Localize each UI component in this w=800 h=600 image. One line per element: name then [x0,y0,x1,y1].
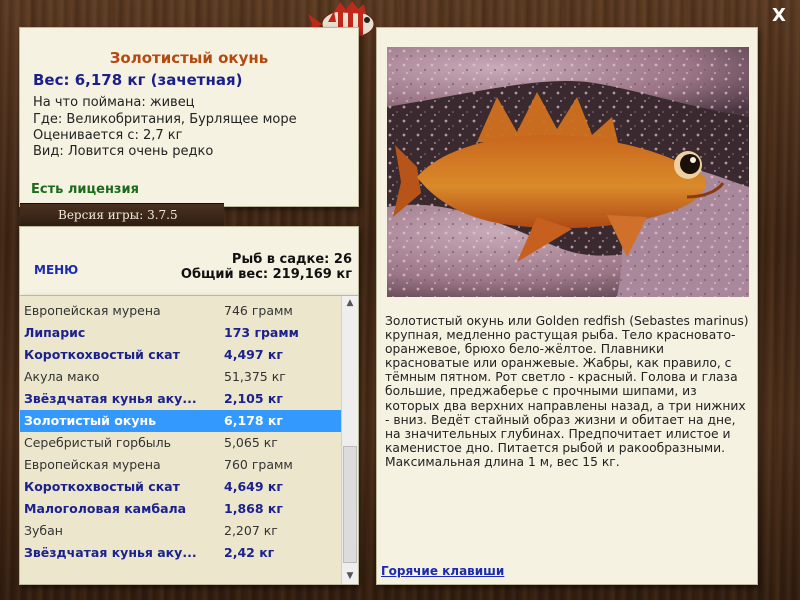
catch-fish-name: Липарис [24,325,86,340]
fish-description-panel: Золотистый окунь или Golden redfish (Seb… [377,28,757,584]
catch-list-row[interactable]: Серебристый горбыль 5,065 кг [20,432,342,454]
catch-fish-weight: 2,42 кг [224,545,275,560]
catch-fish-weight: 5,065 кг [224,435,278,450]
catch-fish-weight: 2,207 кг [224,523,278,538]
license-status: Есть лицензия [31,182,139,197]
fish-info-panel: Золотистый окунь Вес: 6,178 кг (зачетная… [20,28,358,206]
arrow-down-icon[interactable]: ▼ [342,569,358,584]
catch-fish-name: Европейская мурена [24,457,161,472]
close-icon[interactable]: X [768,5,790,27]
list-scrollbar[interactable]: ▲ ▼ [341,296,358,584]
scrollbar-thumb[interactable] [343,446,357,563]
arrow-up-icon[interactable]: ▲ [342,296,358,311]
catch-list-row[interactable]: Европейская мурена 760 грамм [20,454,342,476]
catch-list-row[interactable]: Короткохвостый скат 4,649 кг [20,476,342,498]
catch-fish-weight: 6,178 кг [224,413,283,428]
catch-fish-weight: 173 грамм [224,325,299,340]
game-version: Версия игры: 3.7.5 [20,204,224,226]
catch-fish-weight: 760 грамм [224,457,293,472]
total-weight: Общий вес: 219,169 кг [180,267,352,282]
catch-list-row[interactable]: Малоголовая камбала 1,868 кг [20,498,342,520]
catch-fish-name: Короткохвостый скат [24,347,180,362]
fish-photo [387,47,749,297]
catch-fish-weight: 1,868 кг [224,501,283,516]
catch-fish-name: Короткохвостый скат [24,479,180,494]
catch-list-row[interactable]: Золотистый окунь 6,178 кг [20,410,342,432]
fish-weight: Вес: 6,178 кг (зачетная) [33,71,243,89]
hotkeys-link[interactable]: Горячие клавиши [381,564,504,578]
catch-fish-weight: 4,649 кг [224,479,283,494]
bait-info: На что поймана: живец [33,95,195,110]
location-info: Где: Великобритания, Бурлящее море [33,112,297,127]
catch-list-row[interactable]: Липарис 173 грамм [20,322,342,344]
catch-fish-name: Золотистый окунь [24,413,157,428]
fish-description: Золотистый окунь или Golden redfish (Seb… [385,314,749,469]
catch-list-row[interactable]: Зубан 2,207 кг [20,520,342,542]
catch-fish-name: Акула мако [24,369,100,384]
catch-fish-weight: 51,375 кг [224,369,286,384]
catch-fish-weight: 2,105 кг [224,391,283,406]
catch-list: Европейская мурена 746 грамм Липарис 173 гр… [20,300,342,564]
catch-list-row[interactable]: Короткохвостый скат 4,497 кг [20,344,342,366]
catch-list-panel: Европейская мурена 746 грамм Липарис 173 гр… [20,296,358,584]
fish-title: Золотистый окунь [109,49,269,67]
catch-fish-name: Звёздчатая кунья аку... [24,545,197,560]
catch-list-row[interactable]: Акула мако 51,375 кг [20,366,342,388]
catch-fish-weight: 4,497 кг [224,347,283,362]
catch-list-row[interactable]: Европейская мурена 746 грамм [20,300,342,322]
catch-fish-name: Малоголовая камбала [24,501,187,516]
menu-button[interactable]: МЕНЮ [34,263,78,277]
valued-from-info: Оценивается с: 2,7 кг [33,128,183,143]
rarity-info: Вид: Ловится очень редко [33,144,214,159]
catch-fish-name: Серебристый горбыль [24,435,172,450]
catch-list-row[interactable]: Звёздчатая кунья аку... 2,105 кг [20,388,342,410]
keepnet-stats-panel: МЕНЮ Рыб в садке: 26 Общий вес: 219,169 … [20,227,358,295]
catch-list-row[interactable]: Звёздчатая кунья аку... 2,42 кг [20,542,342,564]
fish-count: Рыб в садке: 26 [231,252,352,267]
catch-fish-name: Европейская мурена [24,303,161,318]
catch-fish-name: Звёздчатая кунья аку... [24,391,197,406]
catch-fish-weight: 746 грамм [224,303,293,318]
catch-fish-name: Зубан [24,523,63,538]
